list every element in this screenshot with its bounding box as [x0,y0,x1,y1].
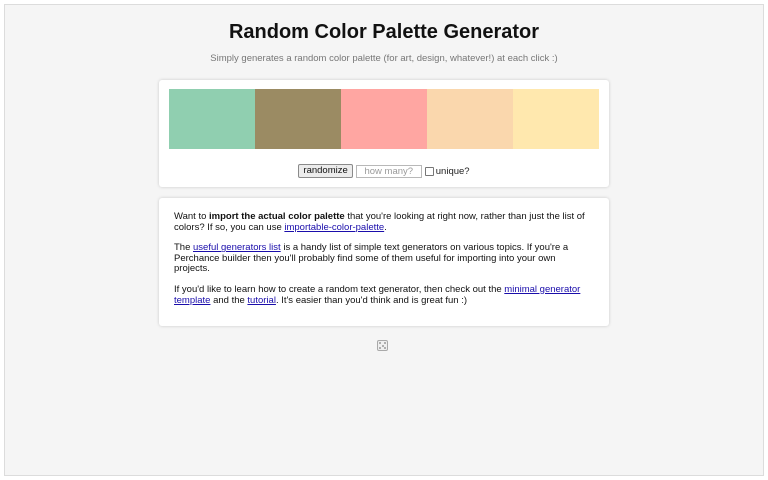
unique-label: unique? [435,165,470,177]
palette-card: randomize unique? [159,80,609,187]
info-paragraph-generators: The useful generators list is a handy li… [174,242,569,275]
import-emphasis: import the actual color palette [209,211,345,222]
dice-icon[interactable] [377,340,388,351]
color-swatch-1 [169,89,255,149]
page-subtitle: Simply generates a random color palette … [210,53,558,64]
info-card: Want to import the actual color palette … [159,198,609,326]
dice-pip [379,342,381,344]
info-text: Want to import the actual color palette … [174,211,593,316]
page-title: Random Color Palette Generator [228,21,540,43]
unique-toggle[interactable]: unique? [424,165,470,177]
useful-generators-link[interactable]: useful generators list [193,242,281,253]
unique-checkbox[interactable] [424,166,434,176]
color-swatch-5 [513,89,599,149]
dice-pip [379,347,381,349]
dice-pip [384,342,386,344]
page-frame: Random Color Palette Generator Simply ge… [4,4,764,476]
tutorial-link[interactable]: tutorial [247,295,276,306]
dice-pip [384,347,386,349]
palette-controls: randomize unique? [159,164,609,178]
color-swatch-3 [341,89,427,149]
palette-swatches [169,89,599,149]
importable-color-palette-link[interactable]: importable-color-palette [284,222,384,233]
color-swatch-2 [255,89,341,149]
info-paragraph-tutorial: If you'd like to learn how to create a r… [174,283,581,306]
randomize-button[interactable]: randomize [298,164,353,178]
dice-pip [381,344,384,347]
info-paragraph-import: Want to import the actual color palette … [174,211,585,233]
how-many-input[interactable] [355,164,422,178]
color-swatch-4 [427,89,513,149]
